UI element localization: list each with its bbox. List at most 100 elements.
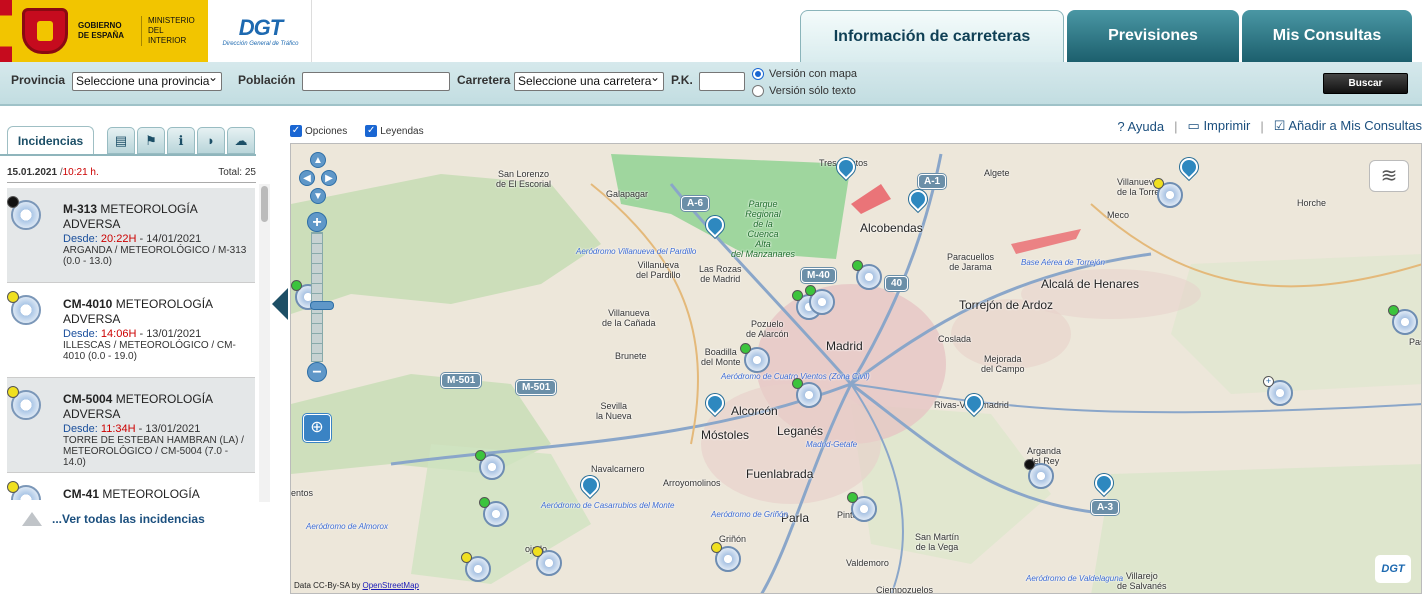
snowflake-marker-icon[interactable] [1024, 459, 1054, 489]
tab-previsiones[interactable]: Previsiones [1067, 10, 1239, 62]
spain-flag-icon [0, 0, 12, 62]
tab-mis-consultas[interactable]: Mis Consultas [1242, 10, 1412, 62]
radio-unselected-icon[interactable] [752, 85, 764, 97]
road-shield: M-40 [801, 268, 836, 283]
poblacion-input[interactable] [302, 72, 450, 91]
place-label: Alcalá de Henares [1041, 277, 1140, 291]
leyendas-checkbox[interactable]: ✓ Leyendas [365, 125, 424, 137]
ver-todas-label: ...Ver todas las incidencias [52, 512, 205, 526]
weather-marker-icon[interactable] [805, 285, 835, 315]
place-label: entos [291, 488, 314, 498]
place-label: Arroyomolinos [663, 478, 721, 488]
list-item[interactable]: CM-5004 METEOROLOGÍA ADVERSA Desde: 11:3… [7, 378, 255, 473]
place-label: Pozuelo de Alarcón [746, 319, 789, 339]
traffic-map[interactable]: San Lorenzo de El Escorial Galapagar Tres… [290, 143, 1422, 594]
airport-label: Aeródromo de Casarrubios del Monte [541, 501, 675, 510]
radio-selected-icon[interactable] [752, 68, 764, 80]
ver-todas-link[interactable]: ...Ver todas las incidencias [22, 512, 205, 526]
place-label: Brunete [615, 351, 647, 361]
place-label: Paracuellos de Jarama [947, 252, 995, 272]
pan-down-icon[interactable]: ▼ [310, 188, 326, 204]
weather-marker-icon[interactable] [532, 546, 562, 576]
incidents-list: M-313 METEOROLOGÍA ADVERSA Desde: 20:22H… [7, 188, 255, 500]
list-item[interactable]: CM-41 METEOROLOGÍA [7, 473, 255, 500]
ayuda-label: Ayuda [1127, 118, 1165, 134]
weather-marker-icon[interactable] [847, 492, 877, 522]
rain-weather-icon [7, 481, 41, 500]
version-texto-radio[interactable]: Versión sólo texto [752, 85, 856, 97]
zoom-box-icon[interactable]: ⊕ [303, 414, 331, 442]
place-label: Las Rozas de Madrid [699, 264, 742, 284]
tab-informacion-carreteras[interactable]: Información de carreteras [800, 10, 1064, 62]
opciones-checkbox[interactable]: ✓ Opciones [290, 125, 347, 137]
pan-up-icon[interactable]: ▲ [310, 152, 326, 168]
list-item[interactable]: M-313 METEOROLOGÍA ADVERSA Desde: 20:22H… [7, 188, 255, 283]
weather-marker-icon[interactable] [475, 450, 505, 480]
tab-incidencias[interactable]: Incidencias [7, 126, 94, 155]
carretera-select[interactable]: Seleccione una carretera [514, 72, 664, 91]
place-label: Meco [1107, 210, 1130, 220]
place-label: Navalcarnero [591, 464, 645, 474]
place-label: Alcorcón [731, 404, 778, 418]
list-item[interactable]: CM-4010 METEOROLOGÍA ADVERSA Desde: 14:0… [7, 283, 255, 378]
pk-input[interactable] [699, 72, 745, 91]
weather-marker-icon[interactable] [740, 343, 770, 373]
weather-marker-icon[interactable] [479, 497, 509, 527]
weather-marker-icon[interactable]: + [1263, 376, 1293, 406]
zoom-slider-handle[interactable] [310, 301, 334, 310]
incident-location: ILLESCAS / METEOROLÓGICO / CM-4010 (0.0 … [63, 340, 236, 362]
checkmark-icon: ✓ [290, 125, 302, 137]
zoom-out-icon[interactable]: − [307, 362, 327, 382]
place-label: Madrid [826, 339, 863, 353]
road-shield: A-3 [1091, 500, 1120, 515]
weather-marker-icon[interactable] [792, 378, 822, 408]
imprimir-link[interactable]: ▭ Imprimir [1188, 118, 1251, 134]
help-icon: ? [1117, 118, 1125, 134]
park-label: Parque Regional de la Cuenca Alta del Manzana… [731, 199, 796, 259]
weather-tab-icon[interactable]: ☁ [227, 127, 255, 154]
pan-left-icon[interactable]: ◀ [299, 170, 315, 186]
weather-marker-icon[interactable] [711, 542, 741, 572]
provincia-select[interactable]: Seleccione una provincia [72, 72, 222, 91]
dgt-map-logo: DGT [1375, 555, 1411, 583]
version-mapa-radio[interactable]: Versión con mapa [752, 68, 857, 80]
road-shield: M-501 [516, 380, 557, 395]
place-label: Galapagar [606, 189, 649, 199]
place-label: Villanueva de la Cañada [602, 308, 656, 328]
dgt-logo[interactable]: DGT Dirección General de Tráfico [210, 0, 312, 62]
airport-label: Madrid-Getafe [806, 440, 858, 449]
pan-right-icon[interactable]: ▶ [321, 170, 337, 186]
layers-icon[interactable]: ≋ [1369, 160, 1409, 192]
zoom-slider[interactable] [310, 232, 334, 362]
openstreetmap-link[interactable]: OpenStreetMap [362, 581, 418, 590]
place-label: Mejorada del Campo [981, 354, 1025, 374]
place-label: San Martín de la Vega [915, 532, 960, 552]
sign-tab-icon[interactable]: ⚑ [137, 127, 165, 154]
scrollbar-thumb[interactable] [261, 186, 268, 222]
weather-marker-icon[interactable] [1388, 305, 1418, 335]
radar-tab-icon[interactable]: ◗ [197, 127, 225, 154]
incident-date: - 13/01/2021 [139, 328, 202, 340]
dgt-logo-text: DGT [238, 15, 283, 40]
anadir-consultas-link[interactable]: ☑ Añadir a Mis Consultas [1274, 118, 1422, 134]
government-logo[interactable]: GOBIERNO DE ESPAÑA MINISTERIO DEL INTERI… [0, 0, 208, 62]
separator: | [1260, 118, 1264, 134]
weather-marker-icon[interactable] [461, 552, 491, 582]
zoom-in-icon[interactable]: + [307, 212, 327, 232]
ayuda-link[interactable]: ? Ayuda [1117, 119, 1164, 134]
place-label: Ciempozuelos [876, 585, 934, 594]
camera-tab-icon[interactable]: ▤ [107, 127, 135, 154]
list-scrollbar[interactable] [259, 184, 270, 502]
weather-marker-icon[interactable] [1153, 178, 1183, 208]
collapse-panel-arrow-icon[interactable] [272, 288, 288, 320]
map-tiles [291, 144, 1421, 593]
info-tab-icon[interactable]: ℹ [167, 127, 195, 154]
weather-marker-icon[interactable] [852, 260, 882, 290]
incident-road: CM-5004 [63, 392, 113, 406]
checkmark-icon: ✓ [365, 125, 378, 137]
place-label: Past [1409, 337, 1421, 347]
incident-road: CM-4010 [63, 297, 113, 311]
dgt-logo-subtitle: Dirección General de Tráfico [222, 41, 299, 47]
place-label: Horche [1297, 198, 1327, 208]
buscar-button[interactable]: Buscar [1323, 73, 1408, 94]
